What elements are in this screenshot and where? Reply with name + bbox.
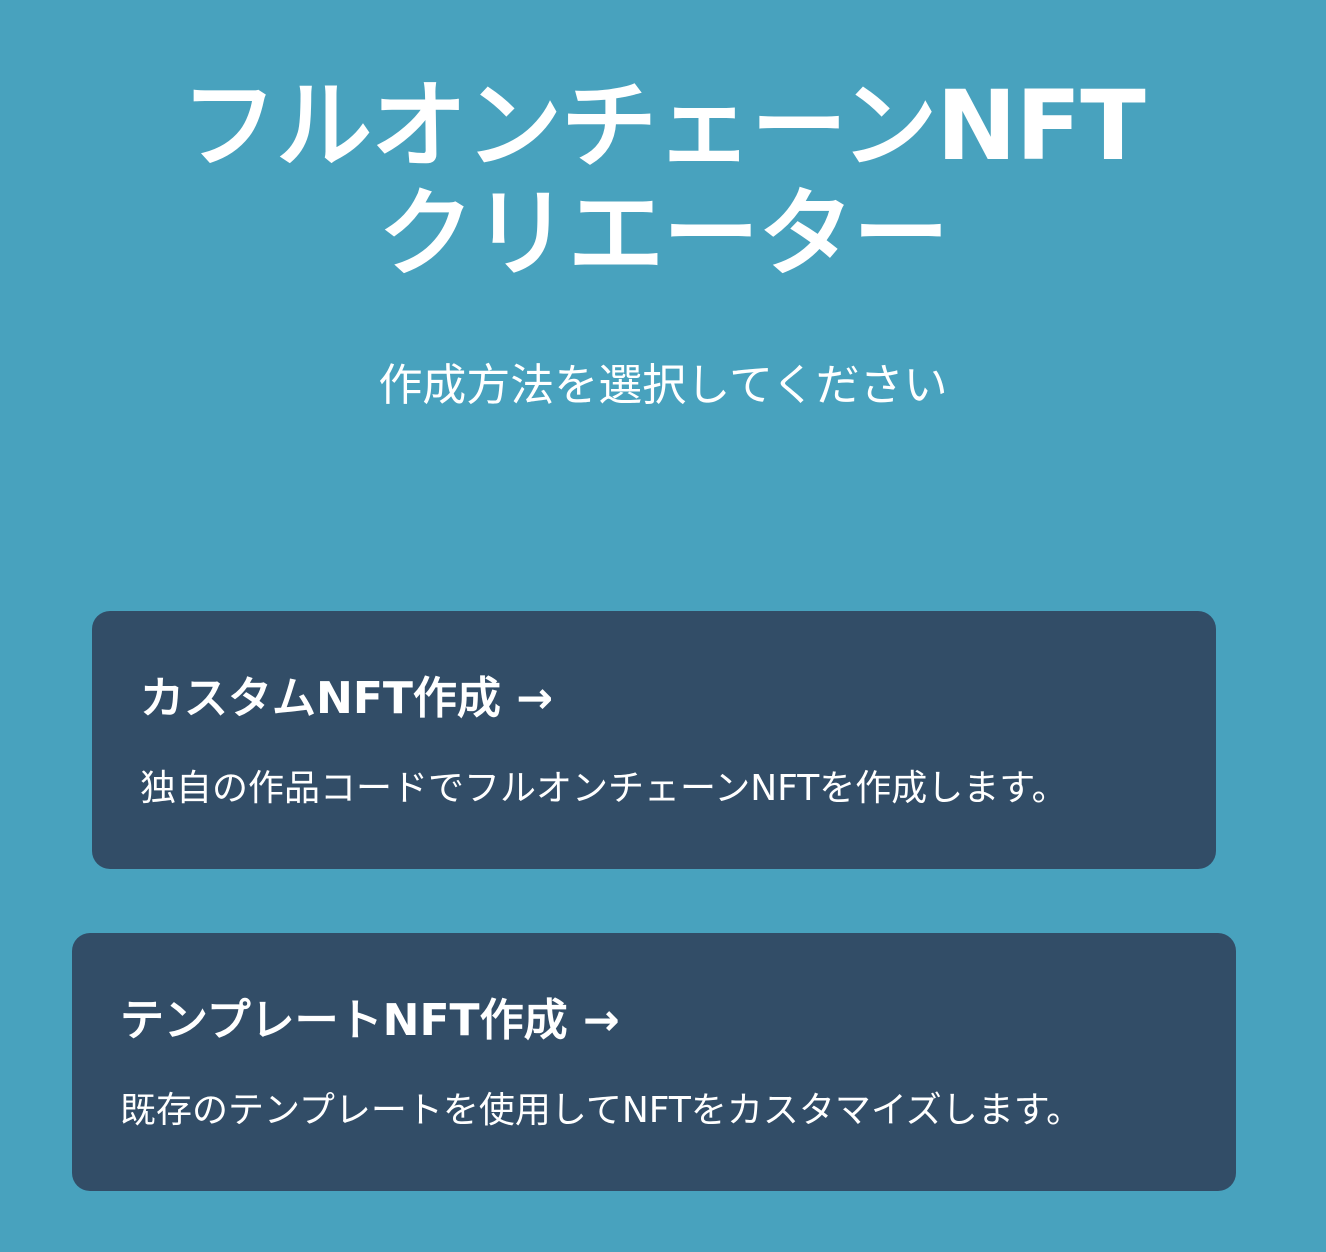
custom-nft-option-description: 独自の作品コードでフルオンチェーンNFTを作成します。	[140, 768, 1068, 809]
page-title-line-1: フルオンチェーンNFT	[181, 70, 1146, 182]
page-title: フルオンチェーンNFT クリエーター	[0, 72, 1326, 288]
page-title-line-2: クリエーター	[378, 178, 949, 290]
template-nft-option-description: 既存のテンプレートを使用してNFTをカスタマイズします。	[120, 1090, 1083, 1131]
template-nft-option-card[interactable]: テンプレートNFT作成 → 既存のテンプレートを使用してNFTをカスタマイズしま…	[72, 933, 1236, 1191]
custom-nft-option-card[interactable]: カスタムNFT作成 → 独自の作品コードでフルオンチェーンNFTを作成します。	[92, 611, 1216, 869]
page-subtitle: 作成方法を選択してください	[378, 360, 948, 411]
template-nft-option-title: テンプレートNFT作成 →	[120, 995, 620, 1046]
custom-nft-option-title: カスタムNFT作成 →	[140, 673, 554, 724]
